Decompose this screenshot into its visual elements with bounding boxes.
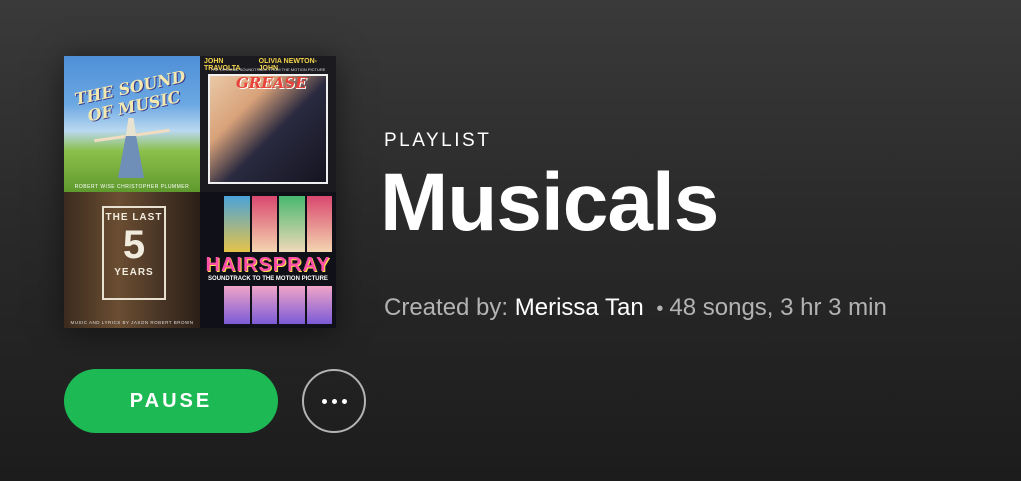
- cast-photo: [306, 196, 332, 252]
- cover-tile-title: GREASE: [236, 74, 307, 92]
- cast-photo: [224, 196, 250, 252]
- cast-photo: [224, 286, 250, 324]
- pause-button[interactable]: PAUSE: [64, 369, 278, 433]
- cast-photo: [279, 196, 305, 252]
- cover-tile-subtitle: THE ORIGINAL SOUNDTRACK FROM THE MOTION …: [210, 67, 326, 72]
- cast-photo: [251, 196, 277, 252]
- playlist-type-label: PLAYLIST: [384, 130, 492, 151]
- cover-tile-photo-grid: [224, 196, 332, 252]
- ellipsis-icon-dot: [331, 398, 337, 404]
- cover-tile-hairspray: HAIRSPRAY SOUNDTRACK TO THE MOTION PICTU…: [200, 192, 336, 328]
- playlist-stats: 48 songs, 3 hr 3 min: [669, 294, 887, 321]
- cast-photo: [251, 286, 277, 324]
- ellipsis-icon-dot: [321, 398, 327, 404]
- created-by-label: Created by:: [384, 294, 509, 321]
- cover-tile-subtitle: SOUNDTRACK TO THE MOTION PICTURE: [208, 276, 328, 282]
- ellipsis-icon-dot: [341, 398, 347, 404]
- cover-tile-grease: JOHN TRAVOLTA OLIVIA NEWTON-JOHN THE ORI…: [200, 56, 336, 192]
- playlist-cover[interactable]: THE SOUND OF MUSIC ROBERT WISE CHRISTOPH…: [64, 56, 336, 328]
- cover-tile-number: 5: [122, 223, 146, 267]
- cover-tile-last-5-years: THE LAST 5 YEARS MUSIC AND LYRICS BY JAS…: [64, 192, 200, 328]
- cover-tile-logo-box: THE LAST 5 YEARS: [102, 206, 166, 300]
- playlist-title: Musicals: [380, 157, 719, 248]
- more-options-button[interactable]: [302, 369, 366, 433]
- cast-photo: [306, 286, 332, 324]
- cover-tile-photo-grid-bottom: [224, 286, 332, 324]
- cover-tile-credits: MUSIC AND LYRICS BY JASON ROBERT BROWN: [70, 320, 194, 325]
- playlist-meta: Created by: Merissa Tan • 48 songs, 3 hr …: [384, 294, 887, 322]
- cover-tile-credits: ROBERT WISE CHRISTOPHER PLUMMER: [74, 184, 190, 190]
- cover-tile-line2: YEARS: [114, 267, 154, 278]
- cover-tile-sound-of-music: THE SOUND OF MUSIC ROBERT WISE CHRISTOPH…: [64, 56, 200, 192]
- cover-figure: [118, 118, 144, 178]
- cover-tile-line1: THE LAST: [105, 212, 163, 223]
- meta-separator: •: [656, 298, 664, 320]
- playlist-owner-link[interactable]: Merissa Tan: [515, 294, 644, 321]
- cover-tile-title: HAIRSPRAY: [205, 254, 331, 276]
- cast-photo: [279, 286, 305, 324]
